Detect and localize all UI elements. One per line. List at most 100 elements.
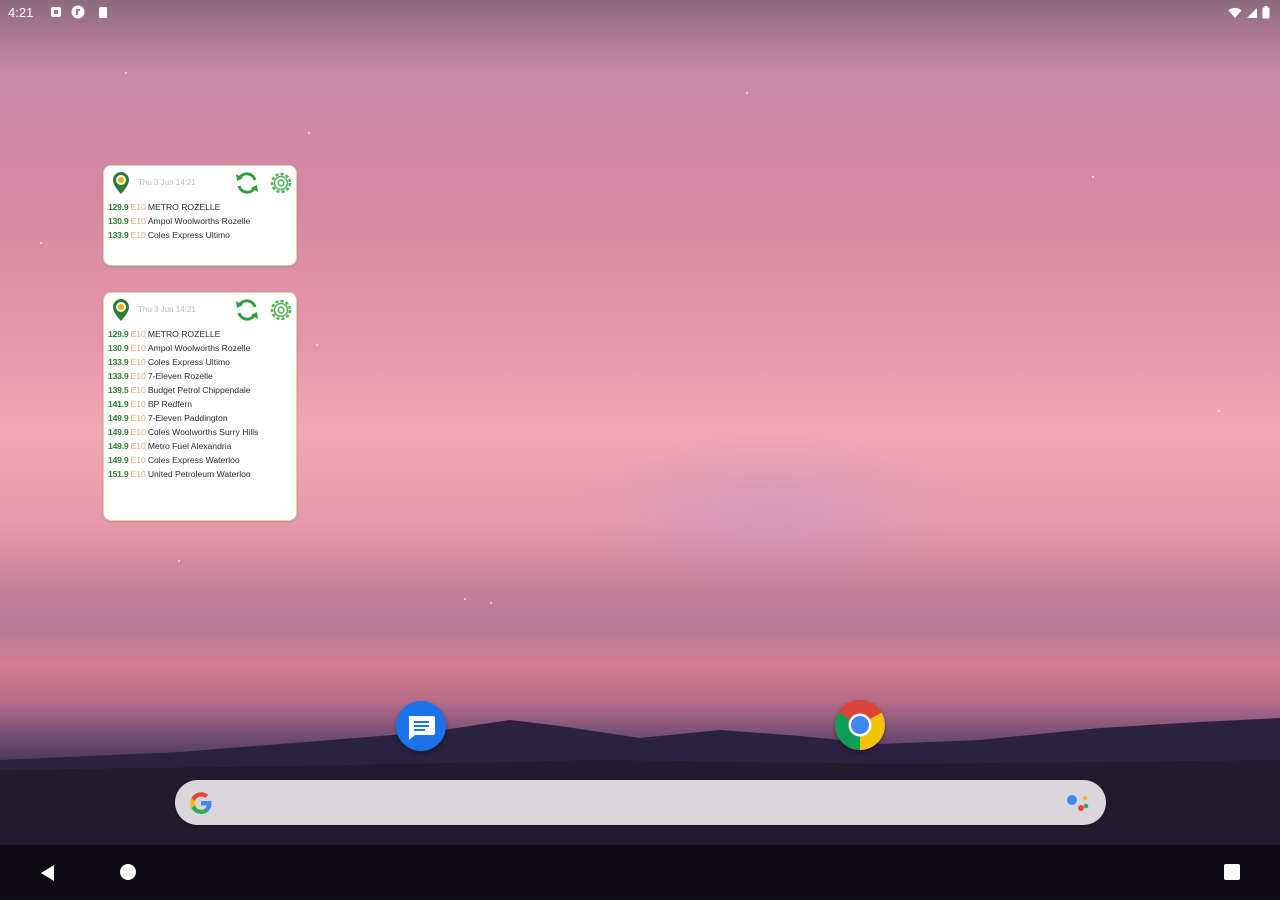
- google-g-icon[interactable]: [188, 790, 214, 816]
- status-time: 4:21: [8, 5, 34, 20]
- fuel-widget-small[interactable]: Thu 3 Jun 14:21 129.9 E10 METRO ROZELLE 13…: [103, 165, 297, 266]
- messages-app-icon[interactable]: [396, 701, 446, 751]
- fuel-type: E10: [130, 371, 146, 381]
- widget-header: Thu 3 Jun 14:21: [104, 293, 296, 327]
- wallpaper-star: [1092, 176, 1094, 178]
- battery-icon: [1262, 6, 1270, 19]
- wallpaper-star: [125, 72, 127, 74]
- fuel-widget-large[interactable]: Thu 3 Jun 14:21 129.9 E10 METRO ROZELLE 13…: [103, 292, 297, 521]
- fuel-type: E10: [130, 385, 146, 395]
- mountains: [0, 718, 1280, 850]
- price-list: 129.9 E10 METRO ROZELLE 130.9 E10 Ampol Wool…: [104, 200, 296, 242]
- price: 133.9: [108, 371, 129, 381]
- price: 130.9: [108, 216, 129, 226]
- price: 133.9: [108, 230, 129, 240]
- price-row[interactable]: 129.9 E10 METRO ROZELLE: [108, 200, 292, 214]
- wallpaper-star: [178, 560, 180, 562]
- station-name: Coles Woolworths Surry Hills: [147, 427, 259, 437]
- search-input[interactable]: [225, 788, 1049, 818]
- settings-gear-icon[interactable]: [269, 171, 293, 195]
- price-row[interactable]: 149.9 E10 7-Eleven Paddington: [108, 411, 292, 425]
- chrome-app-icon[interactable]: [835, 700, 885, 750]
- station-name: BP Redfern: [147, 399, 193, 409]
- price-row[interactable]: 149.9 E10 Coles Express Waterloo: [108, 453, 292, 467]
- fuel-type: E10: [130, 427, 146, 437]
- notification-square-icon: [51, 7, 61, 17]
- price-row[interactable]: 149.9 E10 Coles Woolworths Surry Hills: [108, 425, 292, 439]
- price: 151.9: [108, 469, 129, 479]
- price: 129.9: [108, 202, 129, 212]
- navigation-bar: [0, 845, 1280, 900]
- station-name: 7-Eleven Rozelle: [147, 371, 213, 381]
- price-row[interactable]: 133.9 E10 7-Eleven Rozelle: [108, 369, 292, 383]
- fuel-type: E10: [130, 202, 146, 212]
- station-name: Coles Express Ultimo: [147, 357, 230, 367]
- station-name: METRO ROZELLE: [147, 202, 221, 212]
- price-row[interactable]: 133.9 E10 Coles Express Ultimo: [108, 355, 292, 369]
- fuel-type: E10: [130, 216, 146, 226]
- price-row[interactable]: 151.9 E10 United Petroleum Waterloo: [108, 467, 292, 481]
- fuel-app-notification-icon: [71, 5, 85, 19]
- widget-date: Thu 3 Jun 14:21: [138, 178, 196, 187]
- station-name: Budget Petrol Chippendale: [147, 385, 251, 395]
- location-pin-icon[interactable]: [110, 298, 132, 322]
- price-row[interactable]: 141.9 E10 BP Redfern: [108, 397, 292, 411]
- fuel-type: E10: [130, 357, 146, 367]
- widget-date: Thu 3 Jun 14:21: [138, 305, 196, 314]
- fuel-type: E10: [130, 413, 146, 423]
- station-name: Coles Express Waterloo: [147, 455, 240, 465]
- wallpaper-star: [464, 598, 466, 600]
- fuel-type: E10: [130, 455, 146, 465]
- station-name: United Petroleum Waterloo: [147, 469, 251, 479]
- price-row[interactable]: 149.9 E10 Metro Fuel Alexandria: [108, 439, 292, 453]
- price: 149.9: [108, 455, 129, 465]
- sd-card-icon: [99, 7, 107, 18]
- fuel-type: E10: [130, 329, 146, 339]
- cell-signal-icon: [1247, 7, 1257, 18]
- fuel-type: E10: [130, 399, 146, 409]
- price-row[interactable]: 130.9 E10 Ampol Woolworths Rozelle: [108, 214, 292, 228]
- wallpaper-star: [308, 132, 310, 134]
- price-row[interactable]: 130.9 E10 Ampol Woolworths Rozelle: [108, 341, 292, 355]
- station-name: Metro Fuel Alexandria: [147, 441, 232, 451]
- settings-gear-icon[interactable]: [269, 298, 293, 322]
- station-name: Ampol Woolworths Rozelle: [147, 343, 251, 353]
- chrome-logo-icon: [835, 700, 885, 750]
- price: 149.9: [108, 427, 129, 437]
- recents-icon[interactable]: [1224, 864, 1240, 880]
- station-name: 7-Eleven Paddington: [147, 413, 228, 423]
- station-name: Ampol Woolworths Rozelle: [147, 216, 251, 226]
- wallpaper-star: [316, 344, 318, 346]
- wallpaper-glow: [560, 430, 980, 590]
- fuel-type: E10: [130, 230, 146, 240]
- google-search-bar[interactable]: [175, 780, 1106, 825]
- price-row[interactable]: 133.9 E10 Coles Express Ultimo: [108, 228, 292, 242]
- message-bubble-icon: [408, 716, 435, 740]
- location-pin-icon[interactable]: [110, 171, 132, 195]
- wallpaper-star: [1218, 410, 1220, 412]
- price: 139.5: [108, 385, 129, 395]
- google-assistant-icon[interactable]: [1066, 792, 1090, 814]
- wifi-icon: [1228, 7, 1242, 18]
- price: 149.9: [108, 441, 129, 451]
- station-name: Coles Express Ultimo: [147, 230, 230, 240]
- refresh-icon[interactable]: [234, 297, 260, 323]
- back-icon[interactable]: [38, 863, 58, 883]
- price-row[interactable]: 129.9 E10 METRO ROZELLE: [108, 327, 292, 341]
- widget-header: Thu 3 Jun 14:21: [104, 166, 296, 200]
- price: 130.9: [108, 343, 129, 353]
- price-list: 129.9 E10 METRO ROZELLE 130.9 E10 Ampol Wool…: [104, 327, 296, 481]
- wallpaper-star: [40, 242, 42, 244]
- refresh-icon[interactable]: [234, 170, 260, 196]
- status-bar: 4:21: [0, 0, 1280, 26]
- price: 129.9: [108, 329, 129, 339]
- price: 141.9: [108, 399, 129, 409]
- fuel-type: E10: [130, 441, 146, 451]
- price: 149.9: [108, 413, 129, 423]
- price-row[interactable]: 139.5 E10 Budget Petrol Chippendale: [108, 383, 292, 397]
- home-icon[interactable]: [120, 864, 136, 880]
- fuel-type: E10: [130, 469, 146, 479]
- wallpaper-star: [490, 602, 492, 604]
- wallpaper-star: [746, 92, 748, 94]
- station-name: METRO ROZELLE: [147, 329, 221, 339]
